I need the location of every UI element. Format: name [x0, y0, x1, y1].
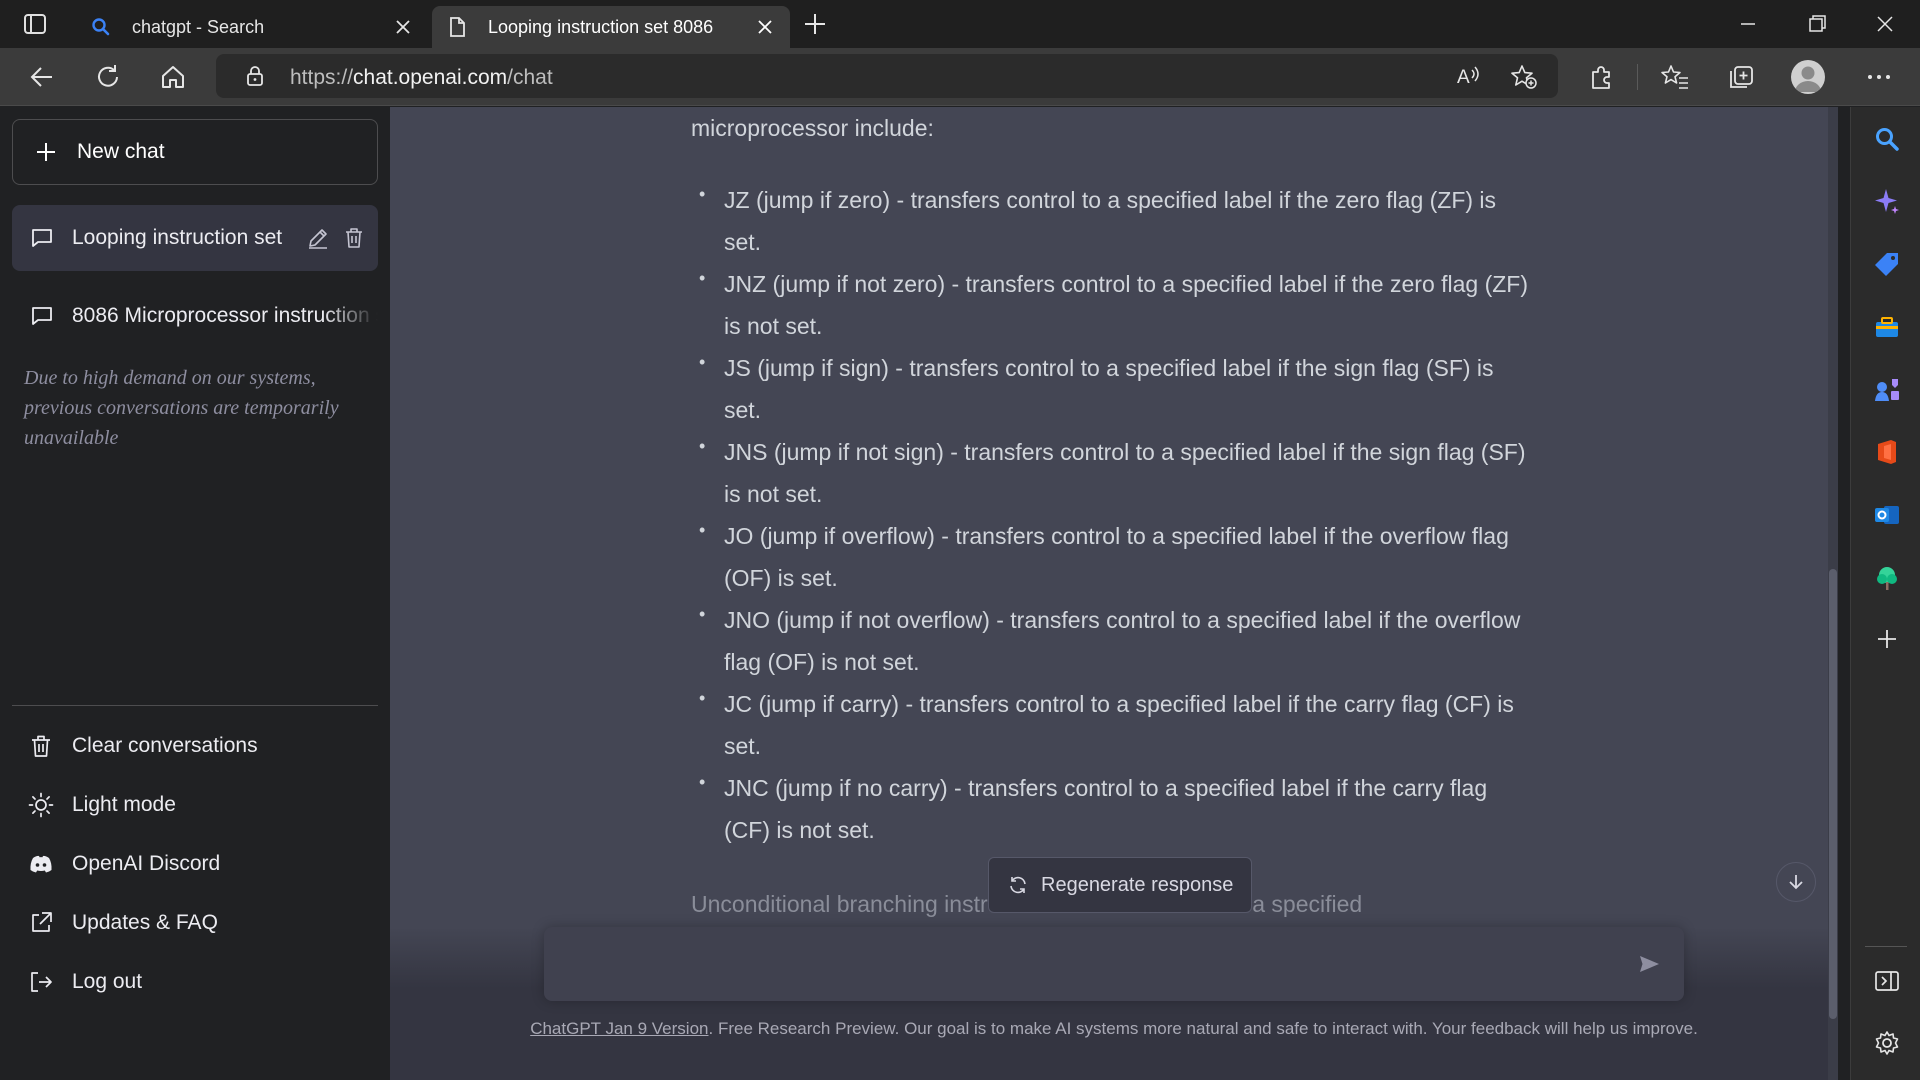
- list-item: JNC (jump if no carry) - transfers contr…: [691, 761, 1531, 851]
- regenerate-label: Regenerate response: [1041, 873, 1234, 896]
- scrollbar-thumb[interactable]: [1829, 569, 1837, 1019]
- search-icon: [92, 18, 110, 36]
- chat-bubble-icon: [32, 307, 52, 325]
- collections-icon[interactable]: [1726, 62, 1756, 92]
- browser-tab-bar: chatgpt - Search Looping instruction set…: [0, 0, 1920, 48]
- shopping-tag-icon[interactable]: [1873, 250, 1901, 278]
- message-input[interactable]: [544, 927, 1684, 1001]
- menu-label: Log out: [72, 970, 143, 993]
- page-icon: [450, 17, 465, 37]
- sidebar-divider: [12, 705, 378, 706]
- unavailable-notice: Due to high demand on our systems, previ…: [24, 367, 339, 449]
- list-item: JNS (jump if not sign) - transfers contr…: [691, 425, 1531, 515]
- games-icon[interactable]: [1873, 375, 1901, 403]
- log-out-button[interactable]: Log out: [12, 953, 378, 1011]
- external-link-icon: [32, 912, 52, 932]
- add-favorite-icon[interactable]: [1510, 64, 1538, 90]
- back-icon[interactable]: [26, 61, 58, 93]
- footer-disclaimer: ChatGPT Jan 9 Version. Free Research Pre…: [390, 1019, 1838, 1039]
- chat-sidebar: New chat Looping instruction set 8086 Mi…: [0, 107, 390, 1080]
- conversation-item-active[interactable]: Looping instruction set: [12, 205, 378, 271]
- prompt-textarea[interactable]: [564, 949, 1624, 979]
- url-text[interactable]: https://chat.openai.com/chat: [290, 66, 553, 90]
- edge-sidebar-divider: [1865, 946, 1907, 947]
- restore-icon[interactable]: [1803, 10, 1831, 38]
- list-item: JS (jump if sign) - transfers control to…: [691, 341, 1531, 431]
- updates-faq-link[interactable]: Updates & FAQ: [12, 894, 378, 952]
- sparkle-icon[interactable]: [1873, 187, 1901, 215]
- send-icon[interactable]: [1638, 953, 1660, 975]
- new-chat-button[interactable]: New chat: [12, 119, 378, 185]
- conversation-title: Looping instruction set: [72, 226, 283, 249]
- tools-icon[interactable]: [1873, 313, 1901, 341]
- svg-text:A: A: [1457, 67, 1470, 88]
- discord-icon: [30, 855, 52, 873]
- menu-label: Updates & FAQ: [72, 911, 218, 934]
- hide-sidebar-icon[interactable]: [1873, 967, 1901, 995]
- drop-tree-icon[interactable]: [1873, 564, 1901, 592]
- favorites-icon[interactable]: [1660, 62, 1690, 92]
- regenerate-response-button[interactable]: Regenerate response: [988, 857, 1252, 913]
- menu-label: Clear conversations: [72, 734, 258, 757]
- more-menu-icon[interactable]: [1864, 62, 1894, 92]
- new-tab-icon[interactable]: [800, 11, 830, 37]
- plus-icon: [37, 143, 55, 161]
- browser-toolbar: https://chat.openai.com/chat A: [0, 48, 1920, 106]
- openai-discord-link[interactable]: OpenAI Discord: [12, 835, 378, 893]
- edit-icon[interactable]: [306, 226, 330, 250]
- message-intro: microprocessor include:: [691, 115, 934, 141]
- office-icon[interactable]: [1873, 438, 1901, 466]
- conversation-title: 8086 Microprocessor instruction set: [72, 304, 378, 327]
- extensions-icon[interactable]: [1586, 62, 1616, 92]
- close-window-icon[interactable]: [1871, 10, 1899, 38]
- address-bar[interactable]: https://chat.openai.com/chat A: [216, 54, 1558, 98]
- menu-label: OpenAI Discord: [72, 852, 221, 875]
- trash-icon[interactable]: [342, 226, 366, 250]
- person-icon: [1795, 66, 1821, 92]
- list-item: JO (jump if overflow) - transfers contro…: [691, 509, 1531, 599]
- arrow-down-icon: [1789, 875, 1803, 890]
- edge-sidebar: [1850, 107, 1920, 1080]
- search-icon[interactable]: [1873, 125, 1901, 153]
- clear-conversations-button[interactable]: Clear conversations: [12, 717, 378, 775]
- add-icon[interactable]: [1873, 625, 1901, 653]
- light-mode-button[interactable]: Light mode: [12, 776, 378, 834]
- new-chat-label: New chat: [77, 140, 165, 163]
- list-item: JZ (jump if zero) - transfers control to…: [691, 173, 1531, 263]
- tab-title: Looping instruction set 8086: [488, 16, 714, 37]
- refresh-icon: [1010, 876, 1026, 894]
- conversation-item[interactable]: 8086 Microprocessor instruction set: [12, 283, 378, 349]
- scroll-to-bottom-button[interactable]: [1776, 862, 1816, 902]
- chat-bubble-icon: [32, 229, 52, 247]
- chat-main: microprocessor include: JZ (jump if zero…: [390, 107, 1838, 1080]
- sun-icon: [28, 792, 54, 818]
- list-item: JNZ (jump if not zero) - transfers contr…: [691, 257, 1531, 347]
- home-icon[interactable]: [157, 61, 189, 93]
- tab-actions-icon[interactable]: [20, 12, 50, 36]
- refresh-icon[interactable]: [92, 61, 124, 93]
- footer-text: . Free Research Preview. Our goal is to …: [708, 1019, 1698, 1038]
- profile-avatar[interactable]: [1791, 60, 1825, 94]
- tab-chatgpt-search[interactable]: chatgpt - Search: [76, 6, 428, 48]
- read-aloud-icon[interactable]: A: [1456, 64, 1482, 88]
- tab-looping-instruction-set[interactable]: Looping instruction set 8086: [432, 6, 790, 48]
- outlook-icon[interactable]: [1873, 501, 1901, 529]
- lock-icon[interactable]: [244, 64, 266, 88]
- list-item: JC (jump if carry) - transfers control t…: [691, 677, 1531, 767]
- menu-label: Light mode: [72, 793, 176, 816]
- tab-title: chatgpt - Search: [132, 16, 265, 37]
- jump-instructions-list: JZ (jump if zero) - transfers control to…: [691, 173, 1531, 851]
- list-item: JNO (jump if not overflow) - transfers c…: [691, 593, 1531, 683]
- toolbar-divider: [1637, 64, 1638, 90]
- minimize-icon[interactable]: [1734, 10, 1762, 38]
- logout-icon: [31, 972, 52, 992]
- trash-icon: [32, 735, 50, 757]
- settings-gear-icon[interactable]: [1873, 1029, 1901, 1057]
- close-icon[interactable]: [756, 18, 774, 36]
- close-icon[interactable]: [394, 18, 412, 36]
- version-link[interactable]: ChatGPT Jan 9 Version: [530, 1019, 708, 1038]
